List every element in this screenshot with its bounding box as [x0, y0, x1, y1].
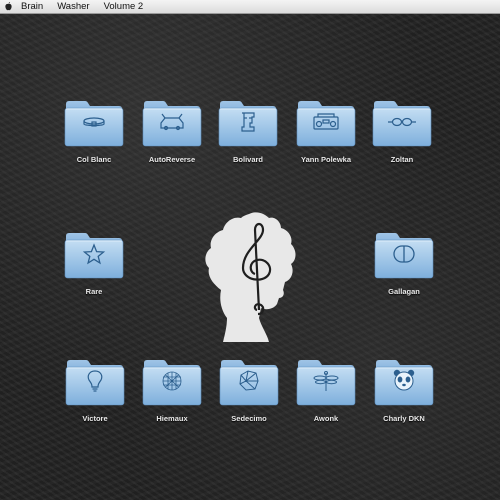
folder-label: Bolivard — [232, 155, 263, 164]
globe-grid-icon — [162, 371, 182, 391]
folder-label: Victore — [82, 414, 108, 423]
folder-awonk[interactable]: Awonk — [286, 357, 366, 427]
menu-item-volume[interactable]: Volume 2 — [104, 1, 144, 12]
folder-zoltan[interactable]: Zoltan — [362, 98, 442, 168]
desktop: Col Blanc AutoReverse Bolivard Yann Pole… — [0, 14, 500, 500]
panda-icon — [393, 369, 415, 391]
apple-icon[interactable] — [5, 2, 15, 11]
folder-label: Sedecimo — [231, 414, 267, 423]
folder-label: Rare — [85, 287, 103, 296]
folder-yann-polewka[interactable]: Yann Polewka — [286, 98, 366, 168]
folder-charly-dkn[interactable]: Charly DKN — [364, 357, 444, 427]
folder-sedecimo[interactable]: Sedecimo — [209, 357, 289, 427]
folder-label: Awonk — [313, 414, 339, 423]
folder-bolivard[interactable]: Bolivard — [208, 98, 288, 168]
folder-label: Gallagan — [388, 287, 420, 296]
menu-item-washer[interactable]: Washer — [57, 1, 89, 12]
folder-col-blanc[interactable]: Col Blanc — [54, 98, 134, 168]
treble-clef-afro-profile-logo — [205, 212, 296, 342]
folder-victore[interactable]: Victore — [55, 357, 135, 427]
folder-gallagan[interactable]: Gallagan — [364, 230, 444, 300]
folder-rare[interactable]: Rare — [54, 230, 134, 300]
folder-autoreverse[interactable]: AutoReverse — [132, 98, 212, 168]
folder-label: Hiemaux — [156, 414, 188, 423]
folder-label: AutoReverse — [148, 155, 196, 164]
menu-bar: Brain Washer Volume 2 — [0, 0, 500, 14]
folder-label: Zoltan — [390, 155, 414, 164]
folder-label: Yann Polewka — [300, 155, 352, 164]
folder-label: Charly DKN — [383, 414, 425, 423]
folder-label: Col Blanc — [76, 155, 112, 164]
folder-hiemaux[interactable]: Hiemaux — [132, 357, 212, 427]
menu-item-brain[interactable]: Brain — [21, 1, 43, 12]
